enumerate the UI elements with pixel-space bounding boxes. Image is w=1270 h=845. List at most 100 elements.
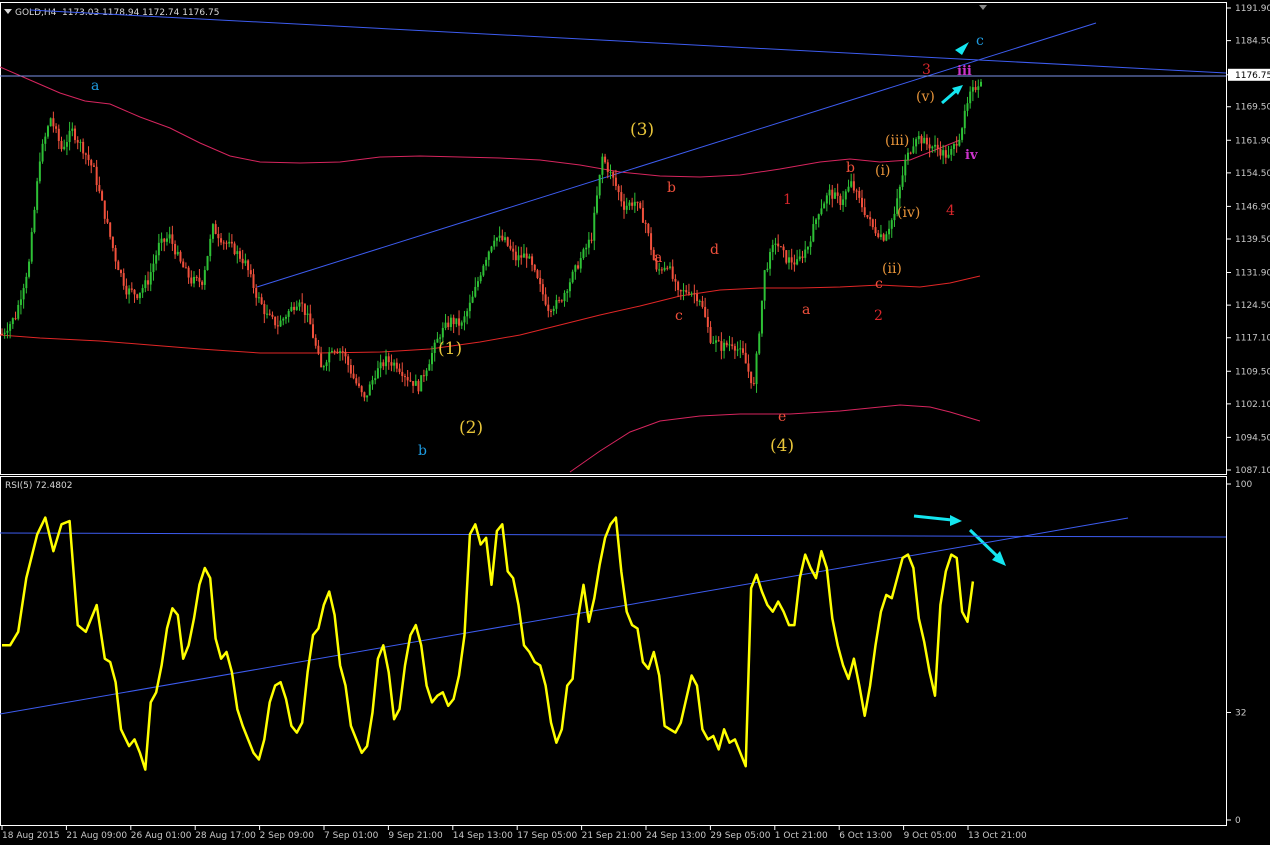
candle-body [898,186,901,199]
candle-body [147,280,150,285]
candle-body [798,256,801,260]
candle-body [923,137,926,144]
candle-body [593,212,596,241]
candle-body [874,227,877,234]
candle-body [782,246,785,251]
candle-body [839,195,842,205]
candle-body [606,162,609,172]
candle-body [157,242,160,256]
candle-body [817,214,820,220]
candle-body [825,195,828,204]
candle-body [171,234,174,244]
candle-body [815,219,818,225]
symbol-label: GOLD,H4 [15,8,57,18]
candle-body [468,302,471,312]
candle-body [823,203,826,209]
candle-body [828,189,831,196]
wave-label: a [802,302,810,318]
candle-body [617,186,620,193]
candle-body [698,300,701,302]
candle-body [320,353,323,368]
candle-body [190,277,193,284]
candle-body [709,327,712,343]
candle-body [449,317,452,328]
candle-body [639,202,642,208]
candle-body [952,144,955,149]
candle-body [801,256,804,258]
candle-body [128,288,131,295]
candle-body [869,217,872,220]
candle-body [558,300,561,302]
candle-body [433,342,436,353]
candle-body [947,154,950,158]
wave-label: iv [965,148,978,163]
candle-body [861,197,864,208]
candle-body [222,242,225,244]
price-tick-label: 1131.90 [1235,269,1270,279]
candle-body [974,87,977,90]
candle-body [144,280,147,289]
candle-body [68,130,71,143]
candle-body [22,288,25,300]
candle-body [260,297,263,305]
candle-body [414,380,417,386]
candle-body [563,292,566,302]
candle-body [471,296,474,303]
candle-body [490,246,493,252]
candle-body [401,371,404,377]
candle-body [793,262,796,265]
time-tick-label: 13 Oct 21:00 [968,831,1027,841]
candle-body [893,213,896,221]
candle-body [671,266,674,279]
candle-body [482,265,485,276]
candle-body [509,245,512,249]
wave-label: (2) [459,418,483,438]
candle-body [41,143,44,162]
candle-body [309,313,312,325]
candle-body [46,126,49,137]
candle-body [44,136,47,144]
candle-body [220,238,223,243]
candle-body [312,324,315,338]
candle-body [736,349,739,351]
candle-body [385,356,388,367]
candle-body [566,291,569,293]
chart-canvas[interactable]: GOLD,H4 1173.03 1178.94 1172.74 1176.75 … [0,0,1270,841]
time-tick-label: 26 Aug 01:00 [131,831,192,841]
candle-body [820,208,823,215]
wave-label: 4 [946,203,955,219]
candle-body [774,243,777,245]
candle-body [536,270,539,278]
candle-body [271,314,274,317]
candle-body [717,340,720,342]
candle-body [928,144,931,149]
candle-body [668,266,671,268]
price-tick-label: 1161.90 [1235,136,1270,146]
candle-body [287,311,290,317]
wave-label: 3 [922,62,931,78]
candle-body [585,247,588,250]
candle-body [871,219,874,228]
candle-body [55,126,58,129]
wave-label: (3) [630,120,654,140]
wave-label: b [418,443,427,459]
candle-body [460,322,463,326]
candle-body [595,195,598,213]
candle-body [317,345,320,354]
candle-body [858,190,861,198]
candle-body [966,103,969,111]
time-tick-label: 2 Sep 09:00 [260,831,315,841]
candle-body [138,292,141,299]
candle-body [520,255,523,258]
wave-label: c [976,33,984,49]
candle-body [628,202,631,206]
candle-body [95,166,98,186]
candle-body [739,348,742,350]
candle-body [71,128,74,131]
candle-body [714,340,717,343]
wave-label: 1 [783,192,792,208]
candle-body [114,247,117,262]
candle-body [103,200,106,219]
candle-body [504,237,507,241]
candle-body [241,258,244,264]
